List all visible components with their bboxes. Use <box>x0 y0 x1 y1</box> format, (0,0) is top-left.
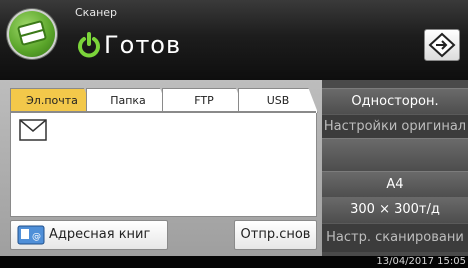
app-name: Сканер <box>75 6 118 19</box>
power-ready-icon <box>76 32 102 58</box>
svg-text:@: @ <box>32 232 41 242</box>
address-book-icon: @ <box>17 225 45 245</box>
scan-settings-panel: Односторон. Настройки оригинал A4 300 × … <box>322 80 468 256</box>
machine-status: Готов <box>104 31 182 59</box>
scan-settings-button[interactable]: Настр. сканировани <box>322 223 468 252</box>
logout-button[interactable] <box>424 29 460 61</box>
paper-size-button[interactable]: A4 <box>322 171 468 198</box>
address-book-button[interactable]: @ Адресная книг <box>10 220 168 250</box>
sides-button[interactable]: Односторон. <box>322 88 468 115</box>
tab-ftp[interactable]: FTP <box>162 88 246 113</box>
date-time: 13/04/2017 15:05 <box>376 256 466 267</box>
mail-envelope-icon <box>19 119 47 141</box>
resolution-button[interactable]: 300 × 300т/д <box>322 197 468 223</box>
tab-folder[interactable]: Папка <box>86 88 170 113</box>
original-settings-button[interactable]: Настройки оригинал <box>322 114 468 139</box>
scanner-app-icon[interactable] <box>7 9 57 59</box>
resend-button[interactable]: Отпр.снов <box>234 220 317 250</box>
status-footer: 13/04/2017 15:05 <box>0 256 468 268</box>
destination-tabs: Эл.почта Папка FTP USB <box>10 88 318 113</box>
density-control[interactable] <box>322 138 468 221</box>
destination-field[interactable] <box>10 113 317 217</box>
header-bar: Сканер Готов <box>0 0 468 80</box>
logout-icon <box>428 32 456 58</box>
tab-usb[interactable]: USB <box>238 88 318 113</box>
destination-panel: Эл.почта Папка FTP USB @ Адресная книг О… <box>0 80 322 256</box>
main-area: Эл.почта Папка FTP USB @ Адресная книг О… <box>0 80 468 256</box>
tab-email[interactable]: Эл.почта <box>10 88 94 113</box>
